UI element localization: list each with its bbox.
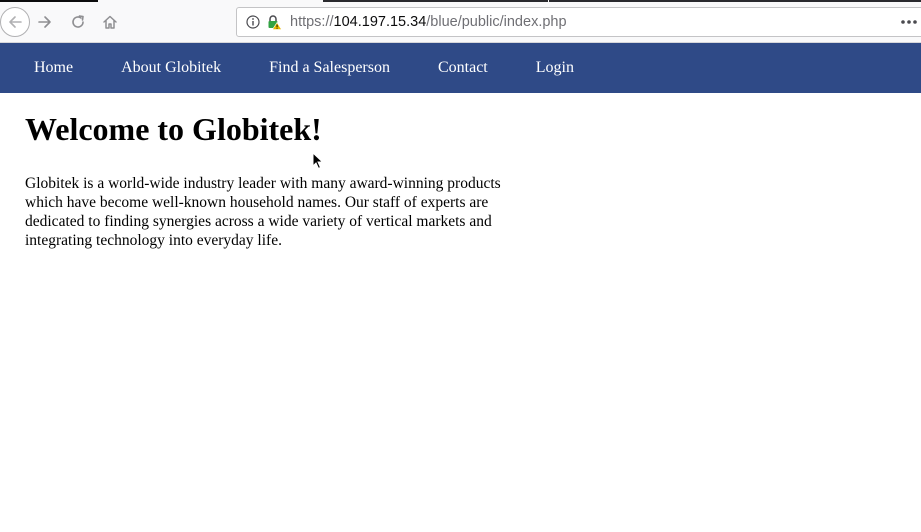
url-scheme: https://: [290, 14, 334, 30]
browser-toolbar: https://104.197.15.34/blue/public/index.…: [0, 0, 921, 43]
forward-arrow-icon: [38, 16, 51, 28]
back-arrow-icon: [9, 16, 22, 28]
url-host: 104.197.15.34: [333, 14, 427, 30]
back-button[interactable]: [0, 7, 30, 37]
reload-button[interactable]: [63, 7, 93, 37]
nav-list: Home About Globitek Find a Salesperson C…: [0, 43, 921, 93]
reload-icon: [72, 15, 84, 28]
url-path: /blue/public/index.php: [426, 14, 567, 30]
url-text[interactable]: https://104.197.15.34/blue/public/index.…: [290, 8, 567, 36]
insecure-lock-icon[interactable]: [266, 14, 282, 30]
nav-link-contact[interactable]: Contact: [438, 59, 488, 77]
mouse-cursor-icon: [312, 152, 324, 170]
home-button[interactable]: [95, 7, 125, 37]
tab-indicator: [323, 0, 548, 2]
nav-link-login[interactable]: Login: [536, 59, 574, 77]
nav-link-home[interactable]: Home: [34, 59, 73, 77]
overflow-dots-icon[interactable]: [901, 14, 921, 30]
info-icon[interactable]: [246, 15, 260, 29]
nav-link-find-salesperson[interactable]: Find a Salesperson: [269, 59, 390, 77]
intro-paragraph: Globitek is a world-wide industry leader…: [25, 175, 501, 249]
address-bar[interactable]: https://104.197.15.34/blue/public/index.…: [236, 7, 921, 37]
tab-indicator: [0, 0, 98, 2]
nav-link-about[interactable]: About Globitek: [121, 59, 221, 77]
home-icon: [103, 15, 117, 29]
tab-indicator: [549, 0, 921, 2]
forward-button[interactable]: [30, 7, 60, 37]
page-title: Welcome to Globitek!: [25, 111, 322, 147]
site-navigation: Home About Globitek Find a Salesperson C…: [0, 43, 921, 93]
